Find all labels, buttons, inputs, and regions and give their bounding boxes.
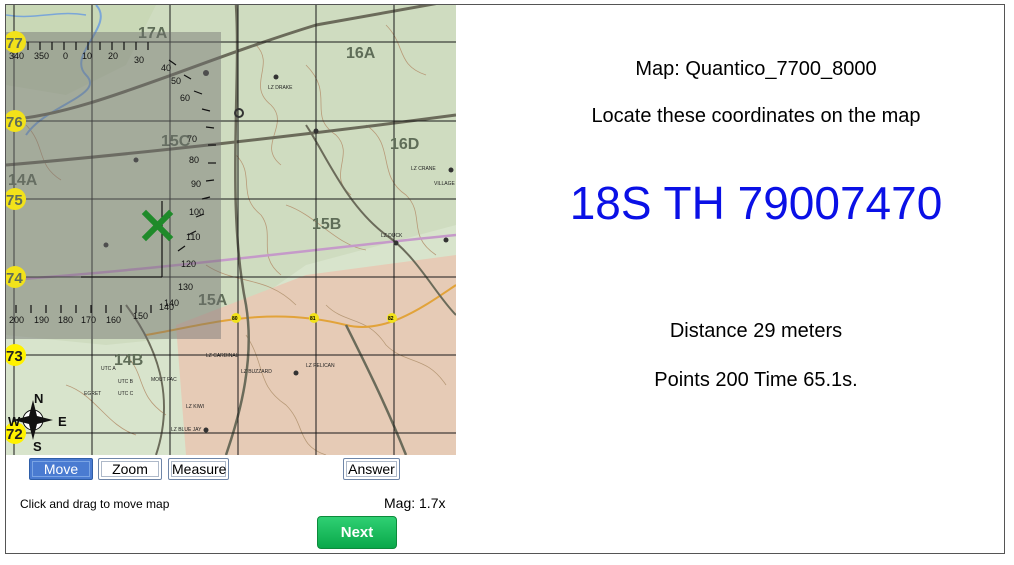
place-label: UTC C [118, 391, 134, 397]
move-button[interactable]: Move [29, 458, 93, 480]
protractor-label: 170 [81, 315, 96, 325]
score-readout: Points 200 Time 65.1s. [654, 369, 858, 391]
protractor-label: 110 [186, 232, 200, 242]
road-marker: 80 [232, 316, 238, 322]
protractor-label: 180 [58, 315, 73, 325]
place-label: UTC B [118, 379, 134, 385]
target-coordinates: 18S TH 79007470 [569, 177, 943, 229]
tool-hint: Click and drag to move map [20, 497, 170, 511]
grid-label: 16A [346, 45, 376, 62]
place-label: LZ CRANE [411, 166, 436, 172]
grid-label: 16D [390, 136, 419, 153]
northing-label: 77 [6, 35, 23, 52]
compass-south: S [33, 439, 42, 454]
place-label: VILLAGE [434, 181, 456, 187]
protractor-label: 150 [133, 311, 148, 321]
place-label: LZ DRAKE [268, 85, 293, 91]
place-label: LZ BLUE JAY [171, 427, 202, 433]
zoom-button[interactable]: Zoom [98, 458, 162, 480]
northing-label: 74 [6, 270, 23, 287]
place-label: EGRET [84, 391, 101, 397]
protractor-label: 80 [189, 155, 199, 165]
protractor-tool[interactable]: 340 350 0 10 20 30 40 50 60 70 80 90 100… [6, 32, 221, 339]
place-label: LZ CARDINAL [206, 353, 239, 359]
compass-north: N [34, 391, 43, 406]
northing-label: 73 [6, 348, 23, 365]
protractor-label: 20 [108, 51, 118, 61]
protractor-label: 200 [9, 315, 24, 325]
magnification-readout: Mag: 1.7x [384, 495, 446, 511]
map-name: Map: Quantico_7700_8000 [635, 58, 877, 80]
zoom-button-label: Zoom [101, 461, 159, 477]
place-label: LZ PELICAN [306, 363, 335, 369]
protractor-label: 30 [134, 55, 144, 65]
northing-label: 75 [6, 192, 23, 209]
compass-west: W [8, 414, 21, 429]
protractor-label: 160 [106, 315, 121, 325]
compass-east: E [58, 414, 67, 429]
grid-label: 14B [114, 352, 143, 369]
protractor-label: 100 [189, 207, 204, 217]
road-marker: 82 [388, 316, 394, 322]
protractor-label: 10 [82, 51, 92, 61]
protractor-label: 140 [164, 298, 179, 308]
map-canvas[interactable]: LZ DRAKE LZ DUCK LZ CRANE VILLAGE LZ BUZ… [6, 5, 456, 455]
measure-button-label: Measure [171, 461, 227, 477]
road-marker: 81 [310, 316, 316, 322]
measure-button[interactable]: Measure [168, 458, 229, 480]
protractor-label: 40 [161, 63, 171, 73]
protractor-label: 0 [63, 51, 68, 61]
protractor-label: 60 [180, 93, 190, 103]
protractor-label: 70 [187, 134, 197, 144]
task-prompt: Locate these coordinates on the map [591, 105, 921, 127]
next-button[interactable]: Next [317, 516, 397, 549]
distance-readout: Distance 29 meters [669, 320, 843, 342]
topographic-map[interactable]: LZ DRAKE LZ DUCK LZ CRANE VILLAGE LZ BUZ… [6, 5, 456, 455]
grid-label: 15B [312, 216, 341, 233]
protractor-label: 90 [191, 179, 201, 189]
protractor-label: 50 [171, 76, 181, 86]
answer-button-label: Answer [346, 461, 397, 477]
move-button-label: Move [32, 461, 90, 477]
place-label: MOUT FAC [151, 377, 177, 383]
protractor-label: 190 [34, 315, 49, 325]
answer-button[interactable]: Answer [343, 458, 400, 480]
protractor-label: 130 [178, 282, 193, 292]
protractor-label: 350 [34, 51, 49, 61]
place-label: LZ DUCK [381, 233, 403, 239]
place-label: LZ KIWI [186, 404, 204, 410]
northing-label: 76 [6, 114, 23, 131]
place-label: LZ BUZZARD [241, 369, 272, 375]
protractor-label: 120 [181, 259, 196, 269]
